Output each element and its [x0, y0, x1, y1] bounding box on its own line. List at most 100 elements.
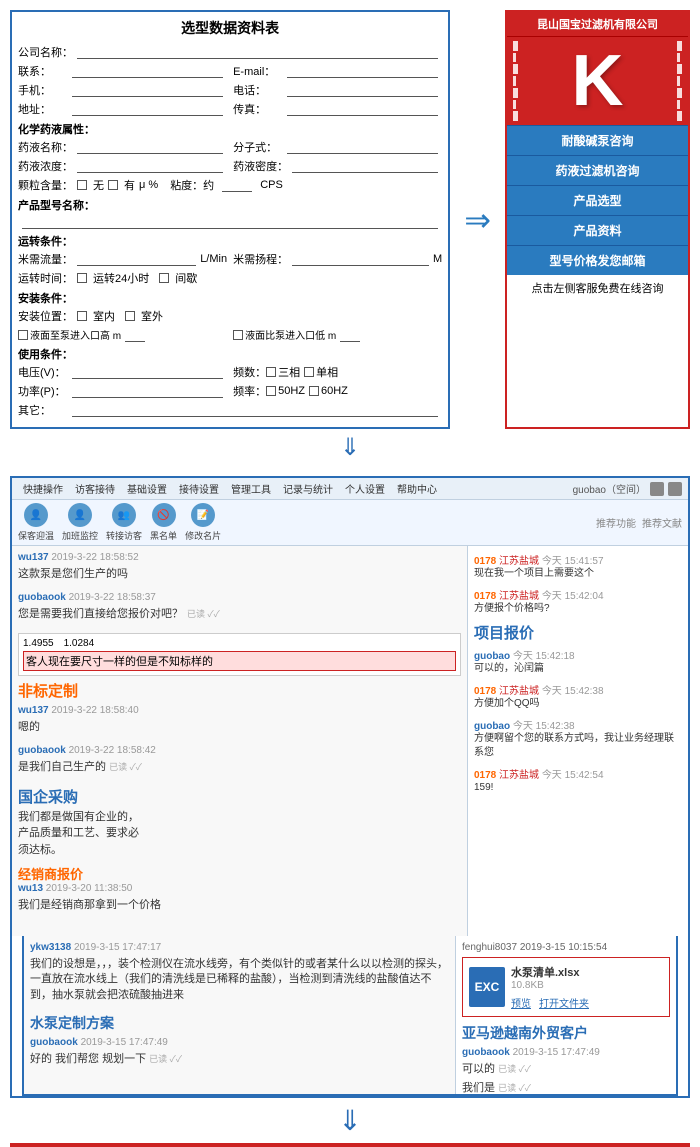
file-size: 10.8KB: [511, 980, 663, 991]
other-input[interactable]: [72, 403, 438, 417]
freq-label: 频数：: [233, 364, 266, 380]
viscosity-label: 粘度：约: [170, 177, 214, 193]
head-input[interactable]: [292, 252, 429, 266]
toolbar-btn-5[interactable]: 记录与统计: [278, 480, 338, 497]
continuous-label: 运转24小时: [93, 270, 149, 286]
icon-item-3[interactable]: 🚫 黑名单: [150, 503, 177, 542]
email-input[interactable]: [287, 64, 438, 78]
minimize-icon[interactable]: [668, 482, 682, 496]
tel-col: 电话：: [233, 82, 442, 98]
fax-input[interactable]: [287, 102, 438, 116]
checkbox-none[interactable]: [77, 180, 87, 190]
checkbox-indoor[interactable]: [77, 311, 87, 321]
product-input[interactable]: [22, 215, 438, 229]
checkbox-continuous[interactable]: [77, 273, 87, 283]
drugname-input[interactable]: [77, 140, 223, 154]
icon-item-4[interactable]: 📝 修改名片: [185, 503, 221, 542]
toolbar-btn-6[interactable]: 个人设置: [340, 480, 390, 497]
address-col: 地址：: [18, 101, 227, 117]
toolbar-btn-2[interactable]: 基础设置: [122, 480, 172, 497]
chat-left: wu137 2019-3-22 18:58:52 这款泵是您们生产的吗 guob…: [12, 546, 468, 936]
bar2: [513, 53, 516, 63]
icon-item-2[interactable]: 👥 转接访客: [106, 503, 142, 542]
contact-input[interactable]: [72, 64, 223, 78]
icon-item-1[interactable]: 👤 加班监控: [62, 503, 98, 542]
power-input[interactable]: [72, 384, 223, 398]
suction-input[interactable]: [125, 328, 145, 342]
checkbox-60hz[interactable]: [309, 386, 319, 396]
phone-input[interactable]: [72, 83, 223, 97]
msg-bubble-4: 我们是经销商那拿到一个价格: [18, 896, 461, 915]
checkbox-intermittent[interactable]: [159, 273, 169, 283]
msg-time-4: 2019-3-20 11:38:50: [46, 883, 133, 894]
yes-label: 有: [124, 177, 135, 193]
icon-item-0[interactable]: 👤 保客迎温: [18, 503, 54, 542]
r-header-4: guobao 今天 15:42:38: [474, 717, 682, 732]
checkbox-pressure[interactable]: [233, 330, 243, 340]
msg-block-0: wu137 2019-3-22 18:58:52 这款泵是您们生产的吗: [18, 552, 461, 584]
head-label: 米需扬程：: [233, 251, 288, 267]
menu-btn-3[interactable]: 产品资料: [507, 215, 688, 245]
bottom-section: ykw3138 2019-3-15 17:47:17 我们的设想是，，，装个检测…: [22, 936, 678, 1096]
open-folder-btn[interactable]: 打开文件夹: [539, 995, 589, 1010]
bottom-header-0: ykw3138 2019-3-15 17:47:17: [30, 942, 449, 953]
molecular-input[interactable]: [287, 140, 438, 154]
r-header-5: 0178 江苏盐城 今天 15:42:54: [474, 766, 682, 781]
highlight-text: 客人现在要尺寸一样的但是不知标样的: [23, 651, 456, 671]
msg-name-0: wu137: [18, 552, 49, 563]
checkbox-yes[interactable]: [108, 180, 118, 190]
toolbar-btn-4[interactable]: 管理工具: [226, 480, 276, 497]
hz-label: 频率：: [233, 383, 266, 399]
recommend-article-btn[interactable]: 推荐文献: [642, 515, 682, 530]
checkbox-outdoor[interactable]: [125, 311, 135, 321]
annotation-project-quote: 项目报价: [474, 622, 682, 643]
flow-head-row: 米需流量： L/Min 米需扬程： M: [18, 251, 442, 267]
bottom-name-1: guobaook: [30, 1037, 78, 1048]
price-col2: 1.0284: [64, 638, 95, 649]
chat-toolbar: 快捷操作 访客接待 基础设置 接待设置 管理工具 记录与统计 个人设置 帮助中心…: [12, 478, 688, 500]
form-panel: 选型数据资料表 公司名称： 联系： E-mail： 手机： 电话：: [10, 10, 450, 429]
flow-input[interactable]: [77, 252, 196, 266]
down-arrow-2: ⇓: [0, 1098, 700, 1143]
msg-header-2: wu137 2019-3-22 18:58:40: [18, 705, 461, 716]
three-phase-label: 三相: [278, 364, 300, 380]
voltage-input[interactable]: [72, 365, 223, 379]
particle-label: 颗粒含量：: [18, 177, 73, 193]
checkbox-50hz[interactable]: [266, 386, 276, 396]
company-input[interactable]: [77, 45, 438, 59]
fax-label: 传真：: [233, 101, 283, 117]
bottom-red-bar: [10, 1143, 690, 1147]
icon-label-1: 加班监控: [62, 529, 98, 542]
density-input[interactable]: [292, 159, 438, 173]
preview-btn[interactable]: 预览: [511, 995, 531, 1010]
r-body-3: 方便加个QQ吗: [474, 697, 682, 711]
pressure-input[interactable]: [340, 328, 360, 342]
suction-col: 液面至泵进入口高 m: [18, 327, 227, 342]
toolbar-icons-right: 推荐功能 推荐文献: [596, 515, 682, 530]
tel-input[interactable]: [287, 83, 438, 97]
menu-btn-0[interactable]: 耐酸碱泵咨询: [507, 125, 688, 155]
bar1: [513, 41, 518, 51]
menu-btn-4[interactable]: 型号价格发您邮箱: [507, 245, 688, 275]
checkbox-1phase[interactable]: [304, 367, 314, 377]
checkbox-suction[interactable]: [18, 330, 28, 340]
toolbar-btn-7[interactable]: 帮助中心: [392, 480, 442, 497]
checkbox-3phase[interactable]: [266, 367, 276, 377]
barcode-left: [513, 41, 518, 121]
toolbar-btn-1[interactable]: 访客接待: [70, 480, 120, 497]
settings-icon[interactable]: [650, 482, 664, 496]
menu-btn-2[interactable]: 产品选型: [507, 185, 688, 215]
indoor-label: 室内: [93, 308, 115, 324]
menu-btn-1[interactable]: 药液过滤机咨询: [507, 155, 688, 185]
bottom-msg-1: guobaook 2019-3-15 17:47:49 好的 我们帮您 规划一下…: [30, 1037, 449, 1069]
viscosity-input[interactable]: [222, 178, 252, 192]
install-title: 安装条件：: [18, 290, 442, 306]
bar6: [513, 100, 516, 110]
r-time-0: 今天 15:41:57: [542, 556, 604, 567]
recommend-btn[interactable]: 推荐功能: [596, 515, 636, 530]
conc-input[interactable]: [77, 159, 223, 173]
address-input[interactable]: [72, 102, 223, 116]
toolbar-btn-0[interactable]: 快捷操作: [18, 480, 68, 497]
toolbar-btn-3[interactable]: 接待设置: [174, 480, 224, 497]
indoor-outdoor-row: 安装位置： 室内 室外: [18, 308, 442, 324]
